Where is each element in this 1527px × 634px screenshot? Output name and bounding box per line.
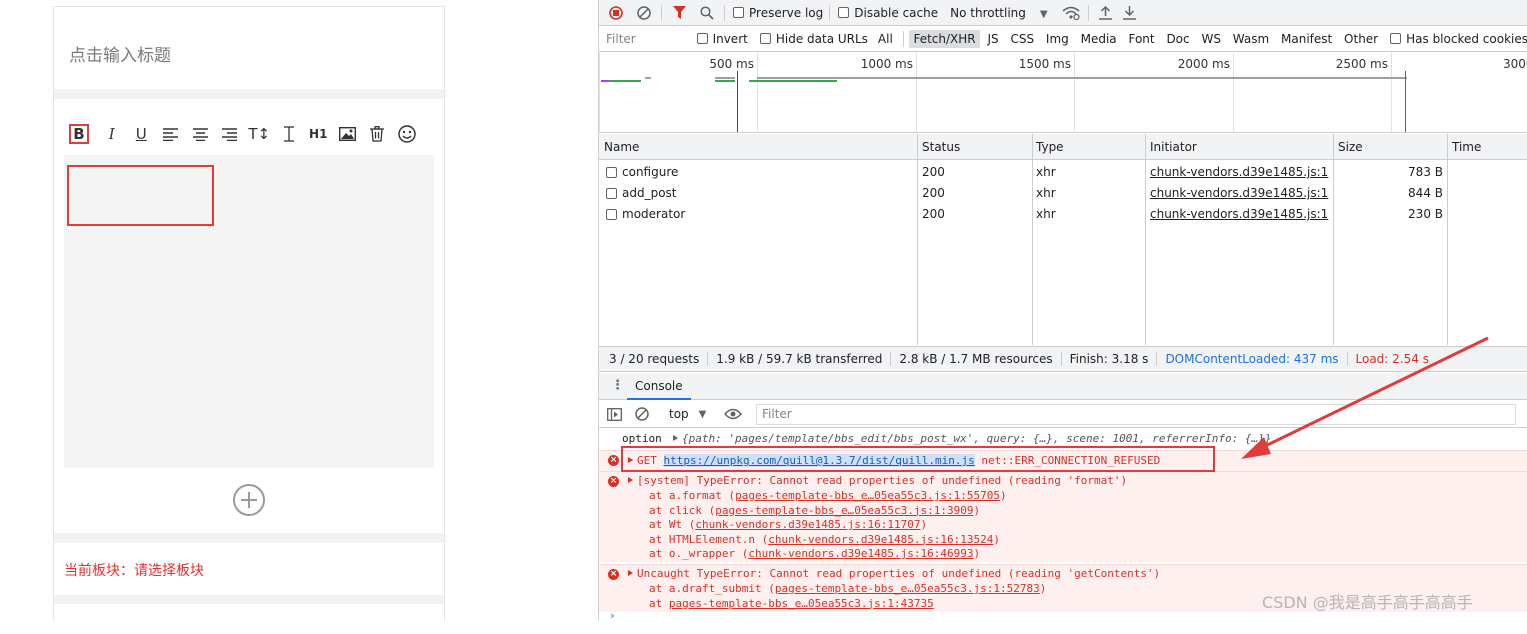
delete-button[interactable] xyxy=(363,123,393,145)
heading-icon: H1 xyxy=(309,127,328,141)
title-card: 点击输入标题 xyxy=(54,7,444,89)
add-plus-icon[interactable] xyxy=(233,484,265,516)
image-icon xyxy=(339,127,357,141)
underline-button[interactable]: U xyxy=(127,123,157,145)
align-center-button[interactable] xyxy=(186,123,216,145)
annotation-highlight-box xyxy=(67,165,214,226)
trash-icon xyxy=(370,126,385,142)
editor-toolbar: B I U T↕ H1 xyxy=(68,123,422,145)
board-label: 当前板块：请选择板块 xyxy=(64,563,204,579)
post-editor-panel: 点击输入标题 B I U T↕ H1 当前板块：请选择板块 xyxy=(0,0,598,634)
bold-icon: B xyxy=(73,125,85,143)
clear-format-icon xyxy=(283,126,294,142)
emoji-button[interactable] xyxy=(392,123,422,145)
editor-card: B I U T↕ H1 xyxy=(54,99,444,533)
align-right-icon xyxy=(222,127,238,141)
emoji-icon xyxy=(398,125,416,143)
phone-frame: 点击输入标题 B I U T↕ H1 当前板块：请选择板块 xyxy=(53,6,445,634)
title-input[interactable]: 点击输入标题 xyxy=(69,41,171,66)
bottom-card xyxy=(54,604,444,634)
bold-button[interactable]: B xyxy=(68,123,90,145)
align-left-button[interactable] xyxy=(156,123,186,145)
align-center-icon xyxy=(192,127,208,141)
font-size-button[interactable]: T↕ xyxy=(245,123,275,145)
clear-format-button[interactable] xyxy=(274,123,304,145)
annotation-arrow xyxy=(1241,336,1489,459)
image-button[interactable] xyxy=(333,123,363,145)
watermark: CSDN @我是高手高手高高手 xyxy=(1262,593,1473,612)
font-size-icon: T↕ xyxy=(248,125,271,143)
italic-icon: I xyxy=(108,125,115,143)
board-card[interactable]: 当前板块：请选择板块 xyxy=(54,543,444,595)
devtools-panel: Preserve log Disable cache No throttling… xyxy=(598,0,1527,621)
italic-button[interactable]: I xyxy=(97,123,127,145)
underline-icon: U xyxy=(135,125,147,143)
align-left-icon xyxy=(163,127,179,141)
heading-button[interactable]: H1 xyxy=(304,123,334,145)
align-right-button[interactable] xyxy=(215,123,245,145)
